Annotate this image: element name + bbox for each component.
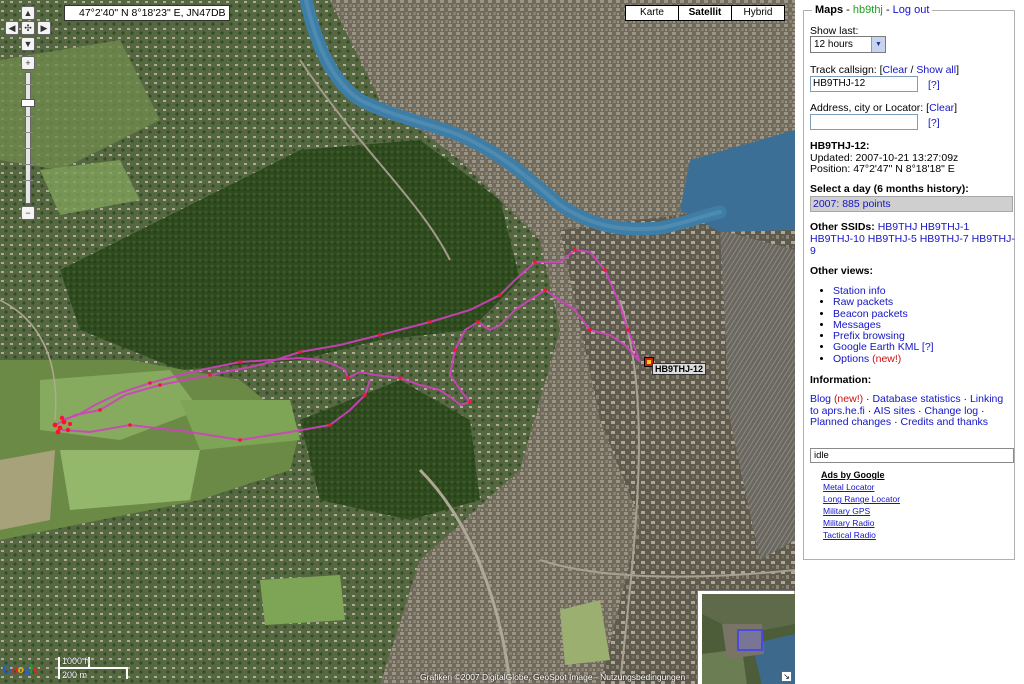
messages-link[interactable]: Messages bbox=[833, 319, 881, 331]
pan-right-icon[interactable]: ▶ bbox=[37, 21, 51, 35]
overview-map[interactable]: ↘ bbox=[697, 590, 795, 684]
list-item: Options (new!) bbox=[833, 352, 934, 365]
show-last-select[interactable]: 12 hours ▼ bbox=[810, 36, 886, 53]
pan-down-icon[interactable]: ▼ bbox=[21, 37, 35, 51]
raw-packets-link[interactable]: Raw packets bbox=[833, 296, 893, 308]
database-statistics-link[interactable]: Database statistics bbox=[872, 393, 960, 405]
chevron-down-icon: ▼ bbox=[871, 37, 885, 52]
status-field: idle bbox=[810, 448, 1014, 463]
map-type-satellit-button[interactable]: Satellit bbox=[678, 5, 732, 21]
ad-link[interactable]: Military GPS bbox=[823, 505, 971, 517]
day-entry-2007[interactable]: 2007: 885 points bbox=[813, 198, 891, 210]
other-views-list: Station info Raw packets Beacon packets … bbox=[833, 285, 934, 365]
overview-collapse-icon[interactable]: ↘ bbox=[781, 671, 792, 682]
ssid-link[interactable]: HB9THJ-5 bbox=[868, 233, 917, 245]
pan-center-icon[interactable]: ✣ bbox=[21, 21, 35, 35]
station-label[interactable]: HB9THJ-12 bbox=[652, 363, 707, 375]
planned-changes-link[interactable]: Planned changes bbox=[810, 416, 891, 428]
ads-title[interactable]: Ads by Google bbox=[821, 469, 971, 481]
track-callsign-label: Track callsign: [Clear / Show all] bbox=[810, 64, 960, 76]
zoom-in-button[interactable]: + bbox=[21, 56, 35, 70]
other-ssids: Other SSIDs: HB9THJ HB9THJ-1 HB9THJ-10 H… bbox=[810, 221, 1015, 257]
beacon-packets-link[interactable]: Beacon packets bbox=[833, 308, 908, 320]
satellite-map[interactable]: 47°2'40" N 8°18'23" E, JN47DB Karte Sate… bbox=[0, 0, 795, 684]
ais-sites-link[interactable]: AIS sites bbox=[874, 405, 915, 417]
track-clear-link[interactable]: Clear bbox=[883, 64, 908, 76]
map-type-hybrid-button[interactable]: Hybrid bbox=[731, 5, 785, 21]
pan-up-icon[interactable]: ▲ bbox=[21, 6, 35, 20]
options-link[interactable]: Options bbox=[833, 353, 869, 365]
ssid-link[interactable]: HB9THJ-10 bbox=[810, 233, 865, 245]
zoom-slider-track[interactable] bbox=[25, 72, 31, 204]
sidebar: Maps - hb9thj - Log out Show last: 12 ho… bbox=[795, 0, 1024, 684]
scale-feet-label: 1000 ft bbox=[62, 656, 90, 666]
ad-link[interactable]: Military Radio bbox=[823, 517, 971, 529]
overview-viewport[interactable] bbox=[737, 629, 763, 651]
track-show-all-link[interactable]: Show all bbox=[916, 64, 956, 76]
information-links: Blog (new!) · Database statistics · Link… bbox=[810, 393, 1004, 429]
google-earth-kml-link[interactable]: Google Earth KML bbox=[833, 341, 919, 353]
track-help-link[interactable]: [?] bbox=[928, 79, 940, 91]
ad-link[interactable]: Tactical Radio bbox=[823, 529, 971, 541]
pan-left-icon[interactable]: ◀ bbox=[5, 21, 19, 35]
address-label: Address, city or Locator: [Clear] bbox=[810, 102, 958, 114]
blog-link[interactable]: Blog bbox=[810, 393, 831, 405]
zoom-out-button[interactable]: − bbox=[21, 206, 35, 220]
ad-link[interactable]: Metal Locator bbox=[823, 481, 971, 493]
track-callsign-input[interactable]: HB9THJ-12 bbox=[810, 76, 918, 92]
zoom-slider-handle[interactable] bbox=[21, 99, 35, 107]
satellite-imagery bbox=[0, 0, 795, 684]
select-day-label: Select a day (6 months history): bbox=[810, 183, 969, 195]
kml-help-link[interactable]: [?] bbox=[922, 341, 934, 353]
map-scale: 1000 ft 200 m bbox=[58, 655, 128, 681]
ssid-link[interactable]: HB9THJ-1 bbox=[920, 221, 969, 233]
scale-meters-label: 200 m bbox=[62, 670, 88, 680]
map-type-karte-button[interactable]: Karte bbox=[625, 5, 679, 21]
information-label: Information: bbox=[810, 374, 872, 386]
coordinates-readout: 47°2'40" N 8°18'23" E, JN47DB bbox=[64, 5, 230, 21]
day-list: 2007: 885 points bbox=[810, 196, 1013, 212]
station-heading: HB9THJ-12: bbox=[810, 140, 870, 152]
address-help-link[interactable]: [?] bbox=[928, 117, 940, 129]
credits-link[interactable]: Credits and thanks bbox=[901, 416, 989, 428]
address-input[interactable] bbox=[810, 114, 918, 130]
ssid-link[interactable]: HB9THJ-7 bbox=[920, 233, 969, 245]
station-info-link[interactable]: Station info bbox=[833, 285, 886, 297]
map-copyright: Grafiken ©2007 DigitalGlobe, GeoSpot Ima… bbox=[420, 672, 686, 682]
address-clear-link[interactable]: Clear bbox=[929, 102, 954, 114]
ad-link[interactable]: Long Range Locator bbox=[823, 493, 971, 505]
other-views-label: Other views: bbox=[810, 265, 874, 277]
map-type-selector: Karte Satellit Hybrid bbox=[625, 5, 785, 21]
station-position: Position: 47°2'47" N 8°18'18" E bbox=[810, 163, 955, 175]
change-log-link[interactable]: Change log bbox=[924, 405, 978, 417]
ssid-link[interactable]: HB9THJ bbox=[878, 221, 918, 233]
prefix-browsing-link[interactable]: Prefix browsing bbox=[833, 330, 905, 342]
google-logo[interactable]: Google bbox=[2, 661, 39, 677]
new-badge: (new!) bbox=[872, 352, 902, 365]
ads-block: Ads by Google Metal Locator Long Range L… bbox=[821, 469, 971, 542]
new-badge: (new!) bbox=[833, 393, 864, 405]
